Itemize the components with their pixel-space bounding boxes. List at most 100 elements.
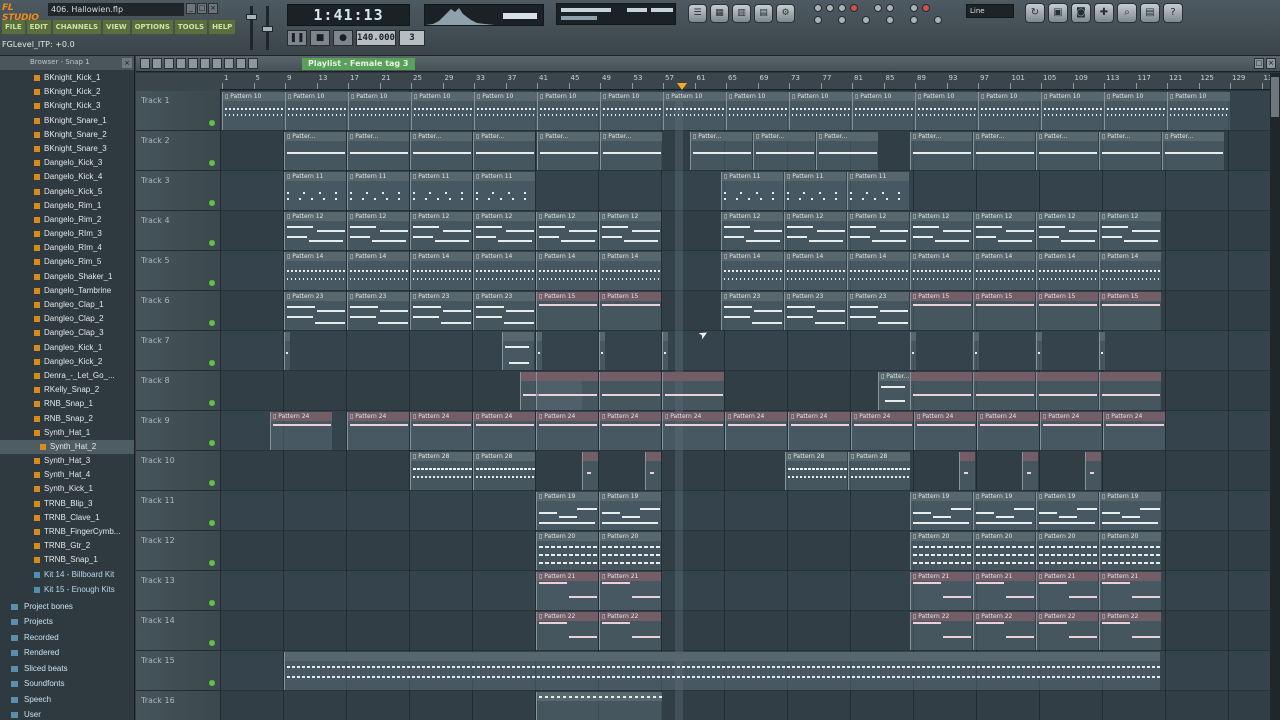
browser-kit-item[interactable]: Kit 15 - Enough Kits: [0, 583, 134, 599]
timeline-ruler[interactable]: 1 5 9 13 17 21 25 29 33 37 41 45 49 53 57 61 65 69 73 77 81 8…: [220, 73, 1277, 90]
pattern-clip[interactable]: [910, 332, 916, 370]
browser-folder[interactable]: Projects: [0, 614, 134, 630]
browser-folder[interactable]: Rendered: [0, 645, 134, 661]
slice-tool-icon[interactable]: [212, 58, 222, 69]
browser-item[interactable]: TRNB_FingerCymb...: [0, 525, 134, 539]
pattern-clip[interactable]: ▯ Pattern 23: [473, 292, 535, 330]
pattern-clip[interactable]: [910, 372, 972, 410]
track-mute-led[interactable]: [209, 360, 215, 366]
pattern-clip[interactable]: ▯ Pattern 11: [721, 172, 783, 210]
tempo-display[interactable]: 140.000: [356, 30, 396, 46]
pattern-clip[interactable]: ▯ Pattern 15: [599, 292, 661, 330]
track-header[interactable]: Track 9: [136, 411, 220, 451]
track-mute-led[interactable]: [209, 200, 215, 206]
pattern-clip[interactable]: ▯ Pattern 11: [410, 172, 472, 210]
pattern-clip[interactable]: [502, 332, 534, 370]
pattern-clip[interactable]: ▯ Patter...: [973, 132, 1035, 170]
playback-tool-icon[interactable]: [248, 58, 258, 69]
browser-item[interactable]: BKnight_Snare_1: [0, 114, 134, 128]
browser-item[interactable]: Dangleo_Clap_1: [0, 298, 134, 312]
playlist-maximize-button[interactable]: □: [1254, 58, 1264, 69]
browser-item[interactable]: Dangelo_Shaker_1: [0, 270, 134, 284]
browser-item[interactable]: TRNB_Clave_1: [0, 511, 134, 525]
browser-item[interactable]: Dangelo_Tambrine: [0, 284, 134, 298]
master-volume-fader[interactable]: [246, 6, 257, 50]
pattern-clip[interactable]: ▯ Pattern 23: [721, 292, 783, 330]
pattern-clip[interactable]: ▯ Pattern 10: [411, 92, 474, 130]
pattern-clip[interactable]: ▯ Pattern 14: [721, 252, 783, 290]
browser-item[interactable]: Dangelo_Kick_3: [0, 156, 134, 170]
pattern-clip[interactable]: ▯ Pattern 28: [848, 452, 910, 490]
pattern-clip[interactable]: ▯ Pattern 21: [1099, 572, 1161, 610]
pattern-clip[interactable]: ▯ Pattern 22: [599, 612, 661, 650]
pattern-clip[interactable]: ▯ Pattern 15: [910, 292, 972, 330]
browser-folder[interactable]: Sliced beats: [0, 661, 134, 677]
browser-item-selected[interactable]: Synth_Hat_2: [0, 439, 134, 455]
track-header[interactable]: Track 5: [136, 251, 220, 291]
record-mode-knob[interactable]: [850, 4, 858, 12]
pattern-clip[interactable]: ▯ Pattern 23: [347, 292, 409, 330]
stop-icon[interactable]: ■: [310, 30, 330, 46]
fader-handle[interactable]: [262, 26, 273, 32]
browser-item[interactable]: Dangleo_Kick_1: [0, 341, 134, 355]
document-icon[interactable]: ▤: [1140, 3, 1160, 23]
pattern-clip[interactable]: ▯ Pattern 10: [348, 92, 411, 130]
vertical-scrollbar[interactable]: [1270, 73, 1280, 720]
pattern-clip[interactable]: ▯ Patter...: [1162, 132, 1224, 170]
pattern-clip[interactable]: ▯ Pattern 24: [1040, 412, 1102, 450]
track-header[interactable]: Track 7: [136, 331, 220, 371]
track-lane[interactable]: [220, 451, 1270, 491]
pattern-clip[interactable]: ▯ Pattern 10: [600, 92, 663, 130]
pattern-clip[interactable]: ▯ Pattern 12: [599, 212, 661, 250]
track-header[interactable]: Track 3: [136, 171, 220, 211]
pattern-clip[interactable]: ▯ Pattern 21: [599, 572, 661, 610]
pattern-clip[interactable]: ▯ Pattern 10: [726, 92, 789, 130]
browser-item[interactable]: Dangelo_Kick_4: [0, 170, 134, 184]
draw-tool-icon[interactable]: [164, 58, 174, 69]
track-mute-led[interactable]: [209, 440, 215, 446]
pattern-clip[interactable]: ▯ Pattern 11: [847, 172, 909, 210]
pattern-clip[interactable]: ▯ Pattern 10: [789, 92, 852, 130]
mode-knob[interactable]: [838, 4, 846, 12]
playlist-grid[interactable]: ▯ Pattern 10 ▯ Pattern 10 ▯ Pattern 10 ▯ Pa…: [220, 91, 1270, 720]
pattern-clip[interactable]: [1099, 332, 1105, 370]
track-mute-led[interactable]: [209, 320, 215, 326]
pattern-clip[interactable]: ▯ Pattern 24: [851, 412, 913, 450]
playlist-menu-icon[interactable]: [140, 58, 150, 69]
mode-knob[interactable]: [874, 4, 882, 12]
pattern-clip[interactable]: ▯ Pattern 21: [1036, 572, 1098, 610]
pattern-clip[interactable]: ▯ Pattern 14: [410, 252, 472, 290]
track-mute-led[interactable]: [209, 400, 215, 406]
track-header[interactable]: Track 1: [136, 91, 220, 131]
pattern-clip[interactable]: ▯ Pattern 28: [410, 452, 472, 490]
pattern-clip[interactable]: ▯ Pattern 19: [1036, 492, 1098, 530]
browser-item[interactable]: BKnight_Kick_2: [0, 85, 134, 99]
pattern-clip[interactable]: ▯ Patter...: [284, 132, 346, 170]
pattern-clip[interactable]: ▯ Pattern 20: [536, 532, 598, 570]
browser-item[interactable]: BKnight_Kick_1: [0, 71, 134, 85]
pattern-clip[interactable]: ▯ Pattern 10: [852, 92, 915, 130]
pattern-clip[interactable]: ▯ Pattern 22: [910, 612, 972, 650]
close-button[interactable]: ×: [208, 3, 218, 14]
browser-folder[interactable]: User: [0, 707, 134, 720]
pattern-clip[interactable]: ▯ Pattern 24: [977, 412, 1039, 450]
delete-tool-icon[interactable]: [188, 58, 198, 69]
pattern-clip[interactable]: ▯ Pattern 24: [410, 412, 472, 450]
track-mute-led[interactable]: [209, 560, 215, 566]
maximize-button[interactable]: □: [197, 3, 207, 14]
pattern-clip[interactable]: ▯ Pattern 23: [410, 292, 472, 330]
pattern-clip[interactable]: ▯ Pattern 10: [1167, 92, 1230, 130]
mode-knob[interactable]: [922, 4, 930, 12]
mode-knob[interactable]: [814, 4, 822, 12]
snap-icon[interactable]: [152, 58, 162, 69]
browser-item[interactable]: BKnight_Kick_3: [0, 99, 134, 113]
mixer-icon[interactable]: ⚙: [776, 4, 795, 23]
pattern-clip[interactable]: ▯ Pattern 20: [1036, 532, 1098, 570]
pattern-clip[interactable]: [662, 372, 724, 410]
browser-kit-item[interactable]: Kit 14 - Billboard Kit: [0, 568, 134, 584]
browser-item[interactable]: Dangelo_Rim_2: [0, 213, 134, 227]
pattern-clip[interactable]: ▯ Pattern 10: [1041, 92, 1104, 130]
browser-item[interactable]: TRNB_Blip_3: [0, 497, 134, 511]
pattern-clip[interactable]: ▯ Pattern 23: [784, 292, 846, 330]
pattern-clip[interactable]: [284, 332, 290, 370]
